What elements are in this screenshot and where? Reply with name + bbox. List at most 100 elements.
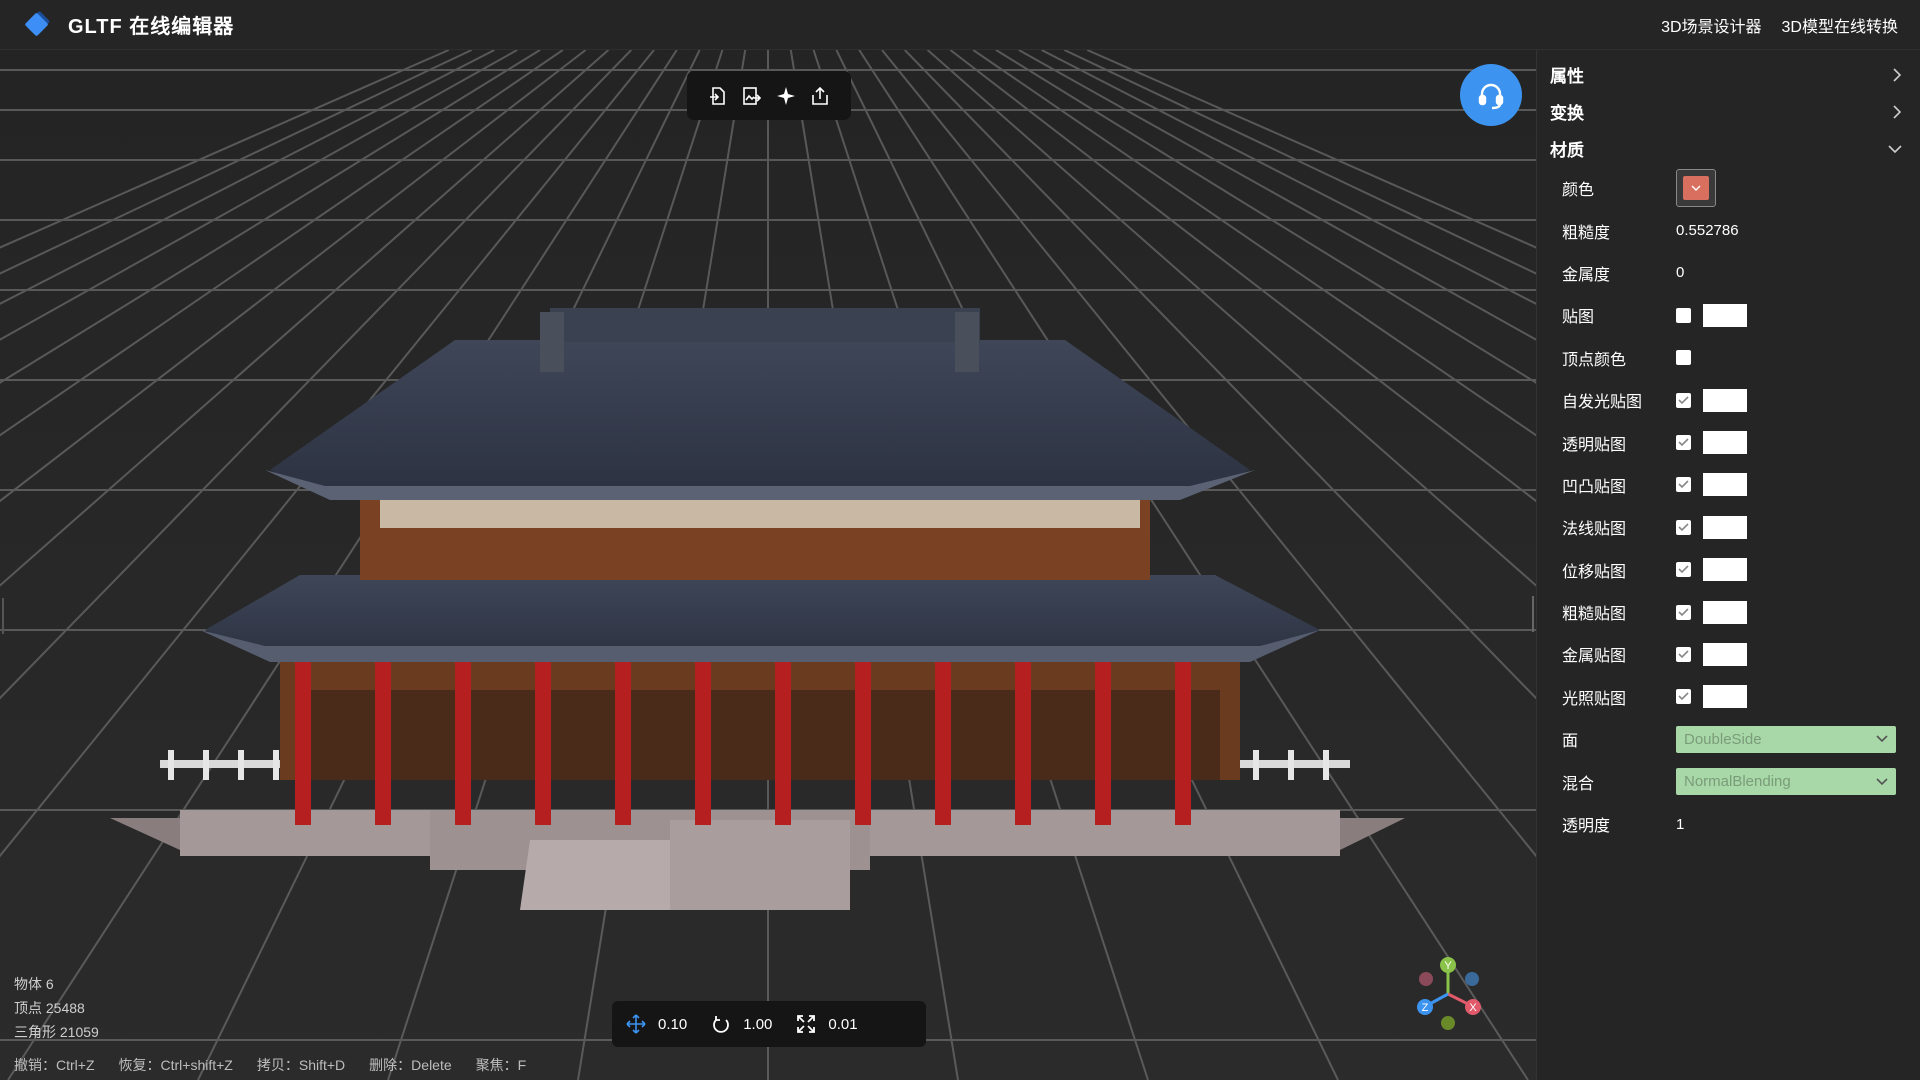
opacity-input[interactable]: 1 xyxy=(1676,816,1684,833)
emissive-map-slot[interactable] xyxy=(1703,388,1747,412)
delete-hint: 删除：Delete xyxy=(369,1057,452,1073)
chevron-down-icon xyxy=(1888,144,1902,153)
copy-hint: 拷贝：Shift+D xyxy=(256,1057,346,1073)
rotate-step[interactable]: 1.00 xyxy=(711,1014,772,1034)
blending-select-value: NormalBlending xyxy=(1684,773,1791,791)
y-axis-label: Y xyxy=(1444,960,1452,972)
image-import-icon[interactable] xyxy=(739,83,765,109)
material-map-row: 贴图 xyxy=(1537,294,1920,336)
color-picker[interactable] xyxy=(1676,169,1716,208)
export-icon[interactable] xyxy=(807,83,833,109)
material-emissive-map-row: 自发光贴图 xyxy=(1537,379,1920,421)
metalness-map-label: 金属贴图 xyxy=(1562,648,1627,666)
opacity-label: 透明度 xyxy=(1562,818,1611,836)
chevron-down-icon xyxy=(1876,778,1888,785)
chevron-right-icon xyxy=(1893,67,1902,82)
metalness-input[interactable]: 0 xyxy=(1676,264,1684,281)
check-icon xyxy=(1678,438,1689,447)
displacement-map-slot[interactable] xyxy=(1703,558,1747,582)
roughness-map-checkbox[interactable] xyxy=(1676,604,1691,620)
section-transform[interactable]: 变换 xyxy=(1537,93,1920,130)
customer-support-button[interactable] xyxy=(1460,64,1522,126)
emissive-map-checkbox[interactable] xyxy=(1676,392,1691,408)
map-checkbox[interactable] xyxy=(1676,307,1691,323)
redo-hint: 恢复：Ctrl+shift+Z xyxy=(118,1057,233,1073)
scene-render xyxy=(0,50,1536,1080)
model-converter-link[interactable]: 3D模型在线转换 xyxy=(1782,13,1898,37)
undo-hint: 撤销：Ctrl+Z xyxy=(14,1057,95,1073)
chevron-down-icon xyxy=(1876,735,1888,743)
app-title: GLTF 在线编辑器 xyxy=(68,16,235,38)
displacement-map-label: 位移贴图 xyxy=(1562,563,1627,581)
blending-select[interactable]: NormalBlending xyxy=(1676,768,1896,796)
app-logo xyxy=(22,10,52,40)
light-map-slot[interactable] xyxy=(1703,685,1747,709)
material-light-map-row: 光照贴图 xyxy=(1537,676,1920,718)
scene-designer-link[interactable]: 3D场景设计器 xyxy=(1661,13,1761,37)
light-icon[interactable] xyxy=(773,83,799,109)
roughness-input[interactable]: 0.552786 xyxy=(1676,222,1739,239)
metalness-map-slot[interactable] xyxy=(1703,642,1747,666)
alpha-map-slot[interactable] xyxy=(1703,431,1747,455)
material-metalness-map-row: 金属贴图 xyxy=(1537,633,1920,675)
vertex-color-label: 顶点颜色 xyxy=(1562,351,1627,369)
normal-map-checkbox[interactable] xyxy=(1676,519,1691,535)
scale-step[interactable]: 0.01 xyxy=(796,1014,858,1034)
check-icon xyxy=(1678,650,1689,659)
metalness-label: 金属度 xyxy=(1562,266,1611,284)
axis-gizmo[interactable]: Y X Z xyxy=(1408,954,1488,1034)
move-icon xyxy=(626,1014,646,1034)
viewport-toolbar xyxy=(687,71,851,120)
alpha-map-checkbox[interactable] xyxy=(1676,435,1691,451)
color-preview xyxy=(1683,176,1709,201)
map-texture-slot[interactable] xyxy=(1703,303,1747,327)
transform-step-bar: 0.10 1.00 0.01 xyxy=(612,1001,926,1047)
check-icon xyxy=(1678,608,1689,616)
side-select[interactable]: DoubleSide xyxy=(1676,725,1896,753)
displacement-map-checkbox[interactable] xyxy=(1676,562,1691,578)
material-normal-map-row: 法线贴图 xyxy=(1537,506,1920,548)
check-icon xyxy=(1678,523,1689,531)
z-axis-label: Z xyxy=(1422,1002,1429,1014)
move-step[interactable]: 0.10 xyxy=(626,1014,687,1034)
scale-icon xyxy=(797,1015,816,1033)
section-material-title: 材质 xyxy=(1550,141,1584,160)
section-transform-title: 变换 xyxy=(1550,104,1584,123)
vertex-color-checkbox[interactable] xyxy=(1676,350,1691,366)
object-count: 物体 6 xyxy=(14,976,54,992)
bump-map-checkbox[interactable] xyxy=(1676,477,1691,493)
normal-map-slot[interactable] xyxy=(1703,515,1747,539)
material-roughness-row: 粗糙度 0.552786 xyxy=(1537,209,1920,251)
check-icon xyxy=(1678,565,1689,574)
alpha-map-label: 透明贴图 xyxy=(1562,436,1627,454)
color-label: 颜色 xyxy=(1562,182,1595,200)
neg-z-handle[interactable] xyxy=(1465,972,1479,986)
material-opacity-row: 透明度 1 xyxy=(1537,803,1920,845)
neg-x-handle[interactable] xyxy=(1419,972,1433,986)
left-resize-handle[interactable] xyxy=(2,598,4,634)
vertex-count: 顶点 25488 xyxy=(14,1000,85,1016)
x-axis-label: X xyxy=(1469,1002,1477,1014)
section-material[interactable]: 材质 xyxy=(1537,130,1920,167)
roughness-map-slot[interactable] xyxy=(1703,600,1747,624)
material-metalness-row: 金属度 0 xyxy=(1537,252,1920,294)
section-properties-title: 属性 xyxy=(1550,67,1584,86)
map-label: 贴图 xyxy=(1562,309,1595,327)
emissive-map-label: 自发光贴图 xyxy=(1562,394,1643,412)
neg-y-handle[interactable] xyxy=(1441,1016,1455,1030)
import-file-icon[interactable] xyxy=(705,83,731,109)
header-links: 3D场景设计器 3D模型在线转换 xyxy=(1661,13,1898,37)
light-map-checkbox[interactable] xyxy=(1676,689,1691,705)
section-properties[interactable]: 属性 xyxy=(1537,56,1920,93)
material-vertex-color-row: 顶点颜色 xyxy=(1537,337,1920,379)
headset-icon xyxy=(1478,83,1504,110)
3d-viewport[interactable]: 物体 6 顶点 25488 三角形 21059 0.10 1.00 0.01 撤… xyxy=(0,50,1536,1080)
blending-label: 混合 xyxy=(1562,775,1595,793)
bump-map-slot[interactable] xyxy=(1703,473,1747,497)
panel-resize-handle[interactable] xyxy=(1532,596,1534,632)
metalness-map-checkbox[interactable] xyxy=(1676,646,1691,662)
material-displacement-map-row: 位移贴图 xyxy=(1537,549,1920,591)
rotate-icon xyxy=(713,1016,730,1033)
light-map-label: 光照贴图 xyxy=(1562,690,1627,708)
check-icon xyxy=(1678,396,1689,404)
